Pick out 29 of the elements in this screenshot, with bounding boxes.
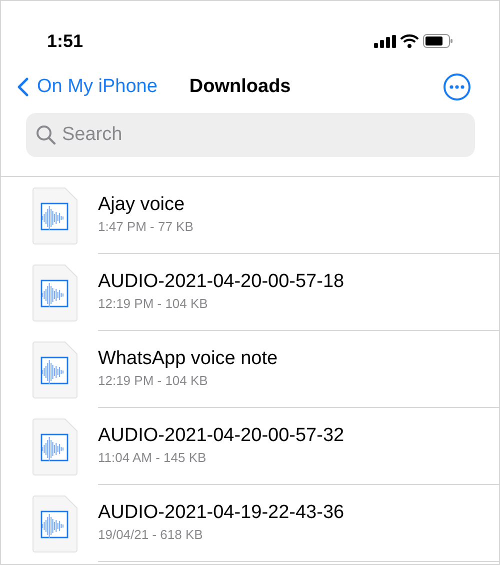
- chevron-icon: [17, 77, 29, 97]
- file-details: 19/04/21 - 618 KB: [98, 526, 204, 544]
- audio-file-icon: [32, 340, 78, 398]
- audio-file-icon: [32, 264, 78, 322]
- battery-icon: [423, 34, 453, 48]
- file-row[interactable]: WhatsApp voice note 12:19 PM - 104 KB: [1, 331, 499, 408]
- file-name: Ajay voice: [98, 194, 186, 217]
- signal-icon: [374, 34, 396, 48]
- audio-file-icon: [32, 494, 78, 552]
- audio-file-icon: [32, 186, 78, 244]
- file-name: AUDIO-2021-04-20-00-57-32: [98, 424, 346, 448]
- more-icon[interactable]: [443, 73, 471, 101]
- file-row[interactable]: AUDIO-2021-04-19-22-43-36 19/04/21 - 618 KB: [1, 485, 499, 562]
- file-name: AUDIO-2021-04-19-22-43-36: [98, 502, 346, 525]
- search-field[interactable]: Search: [26, 113, 475, 157]
- file-details: 12:19 PM - 104 KB: [98, 294, 209, 313]
- file-details: 11:04 AM - 145 KB: [98, 448, 208, 467]
- file-row[interactable]: Ajay voice 1:47 PM - 77 KB: [1, 177, 499, 254]
- back-button[interactable]: On My iPhone: [17, 72, 158, 102]
- audio-file-icon: [32, 418, 78, 476]
- page-title: Downloads: [189, 74, 291, 99]
- status-time: 1:51: [47, 30, 84, 52]
- wifi-icon: [400, 34, 419, 48]
- file-name: AUDIO-2021-04-20-00-57-18: [98, 270, 346, 294]
- file-details: 1:47 PM - 77 KB: [98, 218, 194, 236]
- file-name: WhatsApp voice note: [98, 348, 279, 371]
- file-details: 12:19 PM - 104 KB: [98, 372, 209, 390]
- file-row[interactable]: AUDIO-2021-04-20-00-57-32 11:04 AM - 145 KB: [1, 408, 499, 485]
- file-row[interactable]: AUDIO-2021-04-20-00-57-18 12:19 PM - 104 KB: [1, 254, 499, 331]
